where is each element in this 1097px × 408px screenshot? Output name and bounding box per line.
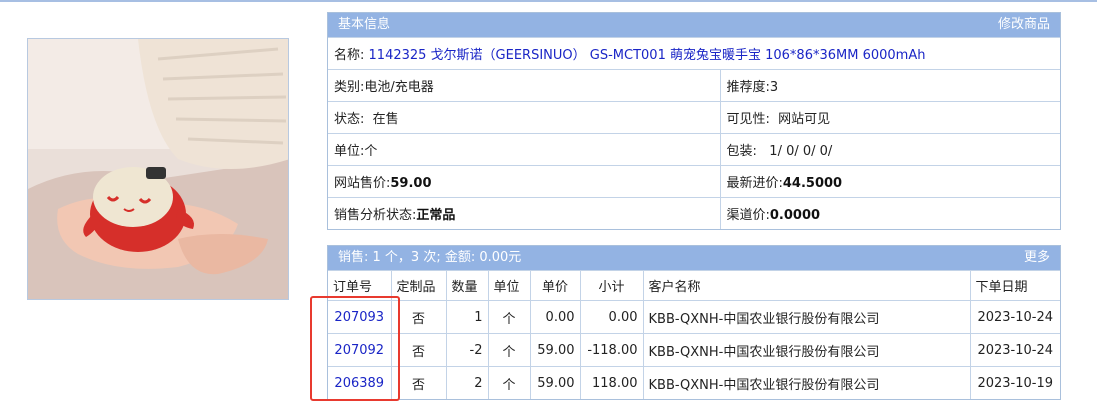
edit-product-link[interactable]: 修改商品 [998, 13, 1050, 37]
product-name-cell: 名称: 1142325 戈尔斯诺（GEERSINUO） GS-MCT001 萌宠… [328, 37, 1060, 70]
price-cell: 59.00 [530, 366, 581, 399]
col-unit[interactable]: 单位 [488, 270, 531, 301]
category-value: 电池/充电器 [364, 80, 434, 95]
col-qty[interactable]: 数量 [446, 270, 489, 301]
sales-table-header: 订单号 定制品 数量 单位 单价 小计 客户名称 下单日期 [328, 270, 1060, 301]
latest-cost-cell: 最新进价:44.5000 [720, 165, 1060, 198]
sales-header: 销售: 1 个，3 次; 金额: 0.00元 更多 [328, 246, 1060, 270]
visibility-label: 可见性: [726, 112, 770, 127]
info-row-category: 类别:电池/充电器 推荐度:3 [328, 69, 1060, 102]
unit-cell: 个 [488, 366, 531, 399]
order-link[interactable]: 207093 [334, 310, 384, 325]
unit-value: 个 [364, 144, 378, 159]
qty-cell: 2 [446, 366, 489, 399]
latest-cost-label: 最新进价: [726, 176, 783, 191]
price-cell: 59.00 [530, 333, 581, 367]
sales-summary: 销售: 1 个，3 次; 金额: 0.00元 [338, 250, 522, 265]
basic-info-table: 名称: 1142325 戈尔斯诺（GEERSINUO） GS-MCT001 萌宠… [328, 37, 1060, 229]
table-row: 207093 否 1 个 0.00 0.00 KBB-QXNH-中国农业银行股份… [328, 300, 1060, 334]
table-row: 207092 否 -2 个 59.00 -118.00 KBB-QXNH-中国农… [328, 333, 1060, 367]
custom-cell: 否 [391, 366, 447, 399]
col-price[interactable]: 单价 [530, 270, 581, 301]
visibility-cell: 可见性: 网站可见 [720, 101, 1060, 134]
customer-cell: KBB-QXNH-中国农业银行股份有限公司 [643, 333, 971, 367]
web-price-cell: 网站售价:59.00 [328, 165, 721, 198]
channel-price-value: 0.0000 [769, 208, 821, 223]
product-name-value: 1142325 戈尔斯诺（GEERSINUO） GS-MCT001 萌宠兔宝暖手… [368, 48, 926, 63]
date-cell: 2023-10-24 [970, 333, 1060, 367]
qty-cell: -2 [446, 333, 489, 367]
table-row: 206389 否 2 个 59.00 118.00 KBB-QXNH-中国农业银… [328, 366, 1060, 399]
status-cell: 状态: 在售 [328, 101, 721, 134]
price-cell: 0.00 [530, 300, 581, 334]
status-label: 状态: [334, 112, 365, 127]
status-value: 在售 [372, 112, 399, 127]
web-price-label: 网站售价: [334, 176, 391, 191]
top-divider [0, 0, 1097, 2]
channel-price-label: 渠道价: [726, 208, 770, 223]
order-no-cell: 207092 [328, 333, 392, 367]
hand-warmer-illustration [28, 39, 288, 299]
subtotal-cell: 0.00 [580, 300, 644, 334]
package-cell: 包装: 1/ 0/ 0/ 0/ [720, 133, 1060, 166]
basic-info-header: 基本信息 修改商品 [328, 13, 1060, 37]
col-subtotal[interactable]: 小计 [580, 270, 644, 301]
sales-status-label: 销售分析状态: [334, 208, 417, 223]
unit-cell: 个 [488, 300, 531, 334]
info-row-price: 网站售价:59.00 最新进价:44.5000 [328, 165, 1060, 198]
col-custom[interactable]: 定制品 [391, 270, 447, 301]
recommend-value: 3 [769, 80, 779, 95]
info-row-status: 状态: 在售 可见性: 网站可见 [328, 101, 1060, 134]
category-cell: 类别:电池/充电器 [328, 69, 721, 102]
col-date[interactable]: 下单日期 [970, 270, 1060, 301]
order-no-cell: 206389 [328, 366, 392, 399]
info-row-unit: 单位:个 包装: 1/ 0/ 0/ 0/ [328, 133, 1060, 166]
subtotal-cell: 118.00 [580, 366, 644, 399]
sales-status-value: 正常品 [416, 208, 456, 223]
category-label: 类别: [334, 80, 365, 95]
unit-cell: 单位:个 [328, 133, 721, 166]
sales-status-cell: 销售分析状态:正常品 [328, 197, 721, 229]
date-cell: 2023-10-19 [970, 366, 1060, 399]
channel-price-cell: 渠道价:0.0000 [720, 197, 1060, 229]
unit-label: 单位: [334, 144, 365, 159]
custom-cell: 否 [391, 333, 447, 367]
custom-cell: 否 [391, 300, 447, 334]
date-cell: 2023-10-24 [970, 300, 1060, 334]
order-link[interactable]: 206389 [334, 376, 384, 391]
product-image [27, 38, 289, 300]
unit-cell: 个 [488, 333, 531, 367]
basic-info-title: 基本信息 [338, 17, 391, 32]
sales-table: 订单号 定制品 数量 单位 单价 小计 客户名称 下单日期 207093 否 1… [328, 270, 1060, 399]
customer-cell: KBB-QXNH-中国农业银行股份有限公司 [643, 300, 971, 334]
recommend-label: 推荐度: [726, 80, 770, 95]
order-no-cell: 207093 [328, 300, 392, 334]
recommend-cell: 推荐度:3 [720, 69, 1060, 102]
subtotal-cell: -118.00 [580, 333, 644, 367]
more-link[interactable]: 更多 [1024, 246, 1050, 270]
visibility-value: 网站可见 [778, 112, 831, 127]
col-customer[interactable]: 客户名称 [643, 270, 971, 301]
latest-cost-value: 44.5000 [782, 176, 843, 191]
info-row-sales-status: 销售分析状态:正常品 渠道价:0.0000 [328, 197, 1060, 229]
web-price-value: 59.00 [390, 176, 432, 191]
package-label: 包装: [726, 144, 757, 159]
basic-info-panel: 基本信息 修改商品 名称: 1142325 戈尔斯诺（GEERSINUO） GS… [327, 12, 1061, 230]
package-value: 1/ 0/ 0/ 0/ [769, 144, 833, 159]
order-link[interactable]: 207092 [334, 343, 384, 358]
sales-panel: 销售: 1 个，3 次; 金额: 0.00元 更多 订单号 定制品 数量 单位 … [327, 245, 1061, 400]
info-row-name: 名称: 1142325 戈尔斯诺（GEERSINUO） GS-MCT001 萌宠… [328, 37, 1060, 70]
col-order-no[interactable]: 订单号 [328, 270, 392, 301]
qty-cell: 1 [446, 300, 489, 334]
customer-cell: KBB-QXNH-中国农业银行股份有限公司 [643, 366, 971, 399]
product-name-label: 名称: [334, 48, 365, 63]
